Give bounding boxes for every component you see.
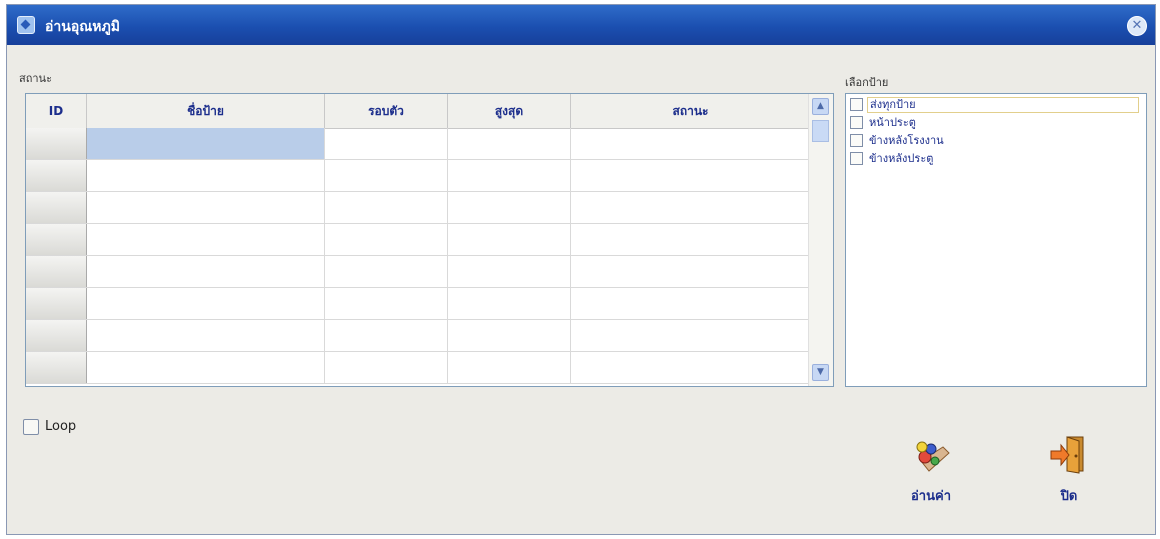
tag-checklist[interactable]: ส่งทุกป้าย หน้าประตู ข้างหลังโรงงาน ข้าง… <box>845 93 1147 387</box>
row-header[interactable] <box>26 288 87 319</box>
table-cell[interactable] <box>325 352 448 383</box>
tag-label: ส่งทุกป้าย <box>867 97 1139 113</box>
tag-label: ข้างหลังประตู <box>869 152 934 165</box>
table-row[interactable] <box>26 224 810 256</box>
scroll-up-button[interactable]: ▲ <box>812 98 829 115</box>
tag-label: ข้างหลังโรงงาน <box>869 134 944 147</box>
row-header[interactable] <box>26 128 87 159</box>
tag-checkbox-item[interactable]: ส่งทุกป้าย <box>850 97 1140 113</box>
column-header-status[interactable]: สถานะ <box>571 94 810 128</box>
grid-header: ID ชื่อป้าย รอบตัว สูงสุด สถานะ <box>26 94 810 129</box>
row-header[interactable] <box>26 320 87 351</box>
table-cell[interactable] <box>448 256 571 287</box>
table-cell[interactable] <box>325 288 448 319</box>
checkbox[interactable] <box>850 152 863 165</box>
table-cell[interactable] <box>87 288 325 319</box>
table-cell[interactable] <box>325 320 448 351</box>
row-header[interactable] <box>26 160 87 191</box>
scroll-down-button[interactable]: ▼ <box>812 364 829 381</box>
row-header[interactable] <box>26 224 87 255</box>
table-cell[interactable] <box>571 192 810 223</box>
table-row[interactable] <box>26 128 810 160</box>
table-cell[interactable] <box>448 352 571 383</box>
grid-vertical-scrollbar[interactable]: ▲ ▼ <box>808 94 833 386</box>
table-cell[interactable] <box>87 256 325 287</box>
loop-label: Loop <box>45 419 77 434</box>
table-cell[interactable] <box>448 128 571 159</box>
table-cell[interactable] <box>571 320 810 351</box>
table-cell[interactable] <box>571 128 810 159</box>
table-cell[interactable] <box>87 224 325 255</box>
status-label: สถานะ <box>19 72 52 85</box>
checkbox[interactable] <box>850 116 863 129</box>
table-row[interactable] <box>26 288 810 320</box>
table-row[interactable] <box>26 256 810 288</box>
scroll-thumb[interactable] <box>812 120 829 142</box>
table-cell[interactable] <box>448 320 571 351</box>
read-values-icon <box>916 441 950 472</box>
table-cell[interactable] <box>325 160 448 191</box>
table-cell[interactable] <box>87 192 325 223</box>
table-row[interactable] <box>26 320 810 352</box>
table-cell[interactable] <box>571 288 810 319</box>
table-cell[interactable] <box>448 160 571 191</box>
row-header[interactable] <box>26 192 87 223</box>
table-cell[interactable] <box>325 128 448 159</box>
row-header[interactable] <box>26 256 87 287</box>
status-grid[interactable]: ID ชื่อป้าย รอบตัว สูงสุด สถานะ ▲ ▼ <box>25 93 834 387</box>
read-value-button[interactable]: อ่านค่า <box>887 435 967 515</box>
column-header-tag-name[interactable]: ชื่อป้าย <box>87 94 325 128</box>
table-cell[interactable] <box>571 224 810 255</box>
read-value-label: อ่านค่า <box>911 489 951 504</box>
tag-label: หน้าประตู <box>869 116 916 129</box>
checkbox[interactable] <box>23 419 39 435</box>
table-row[interactable] <box>26 192 810 224</box>
table-cell[interactable] <box>448 288 571 319</box>
table-cell[interactable] <box>571 256 810 287</box>
row-header[interactable] <box>26 352 87 383</box>
close-label: ปิด <box>1060 489 1078 504</box>
column-header-rounds[interactable]: รอบตัว <box>325 94 448 128</box>
table-cell[interactable] <box>87 320 325 351</box>
table-cell[interactable] <box>448 224 571 255</box>
title-bar[interactable]: อ่านอุณหภูมิ ✕ <box>7 5 1155 45</box>
app-icon <box>17 16 35 34</box>
close-window-button[interactable]: ✕ <box>1127 16 1147 36</box>
table-cell[interactable] <box>87 128 325 159</box>
column-header-id[interactable]: ID <box>26 94 87 128</box>
table-cell[interactable] <box>448 192 571 223</box>
column-header-max[interactable]: สูงสุด <box>448 94 571 128</box>
table-row[interactable] <box>26 160 810 192</box>
table-cell[interactable] <box>571 352 810 383</box>
exit-door-icon <box>1050 436 1084 474</box>
table-row[interactable] <box>26 352 810 384</box>
checkbox[interactable] <box>850 98 863 111</box>
table-cell[interactable] <box>325 224 448 255</box>
table-cell[interactable] <box>571 160 810 191</box>
select-tag-label: เลือกป้าย <box>845 76 889 89</box>
table-cell[interactable] <box>87 352 325 383</box>
main-window: อ่านอุณหภูมิ ✕ สถานะ ID ชื่อป้าย รอบตัว … <box>6 4 1156 535</box>
close-button[interactable]: ปิด <box>1025 435 1105 515</box>
window-title: อ่านอุณหภูมิ <box>45 19 120 35</box>
table-cell[interactable] <box>325 192 448 223</box>
table-cell[interactable] <box>325 256 448 287</box>
checkbox[interactable] <box>850 134 863 147</box>
table-cell[interactable] <box>87 160 325 191</box>
